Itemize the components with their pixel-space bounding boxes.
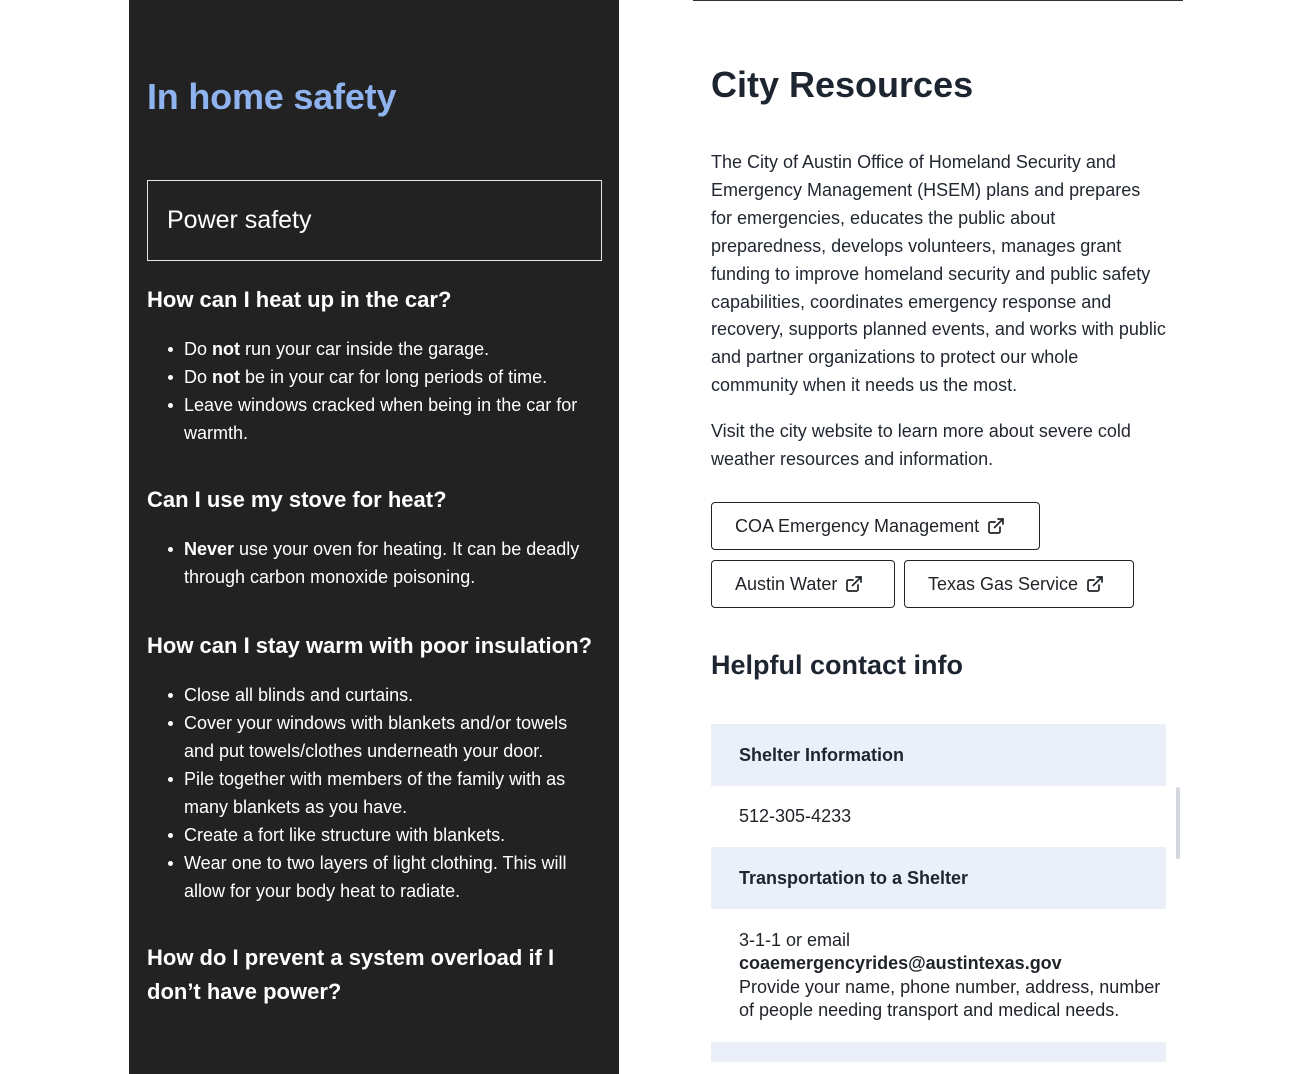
faq-question-heading: Can I use my stove for heat? — [147, 487, 447, 512]
list-item: Do not be in your car for long periods o… — [147, 363, 602, 391]
city-resources-title: City Resources — [711, 64, 974, 105]
list-item: Cover your windows with blankets and/or … — [147, 709, 602, 765]
transportation-details: 3-1-1 or email coaemergencyrides@austint… — [711, 909, 1166, 1043]
external-link-icon — [1086, 575, 1104, 593]
list-item: Do not run your car inside the garage. — [147, 335, 602, 363]
texas-gas-service-button[interactable]: Texas Gas Service — [904, 560, 1134, 608]
list-item: Leave windows cracked when being in the … — [147, 391, 602, 447]
shelter-info-header: Shelter Information — [711, 724, 1166, 786]
in-home-safety-panel: In home safety Power safety How can I he… — [129, 0, 619, 1074]
next-contact-header — [711, 1042, 1166, 1063]
shelter-phone[interactable]: 512-305-4233 — [711, 786, 1166, 847]
faq-question-heading: How can I stay warm with poor insulation… — [147, 633, 592, 658]
faq-section: How can I stay warm with poor insulation… — [147, 629, 602, 905]
list-item: Never use your oven for heating. It can … — [147, 535, 602, 591]
list-item: Wear one to two layers of light clothing… — [147, 849, 602, 905]
faq-section: Can I use my stove for heat? Never use y… — [147, 483, 602, 591]
power-safety-content: How can I heat up in the car? Do not run… — [147, 283, 602, 1047]
external-link-icon — [987, 517, 1005, 535]
helpful-contact-title: Helpful contact info — [711, 650, 963, 680]
list-item: Close all blinds and curtains. — [147, 681, 602, 709]
contact-info-table: Shelter Information 512-305-4233 Transpo… — [711, 724, 1166, 1063]
faq-section: How can I heat up in the car? Do not run… — [147, 283, 602, 447]
external-link-icon — [845, 575, 863, 593]
faq-question-heading: How can I heat up in the car? — [147, 287, 452, 312]
faq-question-heading: How do I prevent a system overload if I … — [147, 945, 555, 1004]
coa-button-label: COA Emergency Management — [735, 515, 980, 536]
austin-water-label: Austin Water — [735, 573, 838, 594]
power-safety-label: Power safety — [167, 206, 312, 234]
list-item: Pile together with members of the family… — [147, 765, 602, 821]
texas-gas-label: Texas Gas Service — [928, 573, 1079, 594]
transportation-header: Transportation to a Shelter — [711, 847, 1166, 909]
faq-answer-list: Close all blinds and curtains. Cover you… — [147, 681, 602, 905]
city-resources-panel: City Resources The City of Austin Office… — [693, 0, 1183, 1074]
faq-answer-list: Do not run your car inside the garage. D… — [147, 335, 602, 447]
hsem-description: The City of Austin Office of Homeland Se… — [711, 152, 1166, 396]
transport-instructions: Provide your name, phone number, address… — [739, 976, 1161, 1020]
transport-email-link[interactable]: coaemergencyrides@austintexas.gov — [739, 952, 1166, 975]
city-website-note: Visit the city website to learn more abo… — [711, 421, 1131, 469]
faq-section: How do I prevent a system overload if I … — [147, 941, 602, 1009]
coa-emergency-management-button[interactable]: COA Emergency Management — [711, 502, 1040, 550]
faq-answer-list: Never use your oven for heating. It can … — [147, 535, 602, 591]
in-home-safety-title: In home safety — [147, 76, 397, 117]
power-safety-accordion[interactable]: Power safety — [147, 180, 602, 261]
austin-water-button[interactable]: Austin Water — [711, 560, 895, 608]
divider — [693, 0, 1183, 1]
transport-line: 3-1-1 or email — [739, 930, 851, 950]
scrollbar[interactable] — [1176, 787, 1180, 859]
list-item: Create a fort like structure with blanke… — [147, 821, 602, 849]
